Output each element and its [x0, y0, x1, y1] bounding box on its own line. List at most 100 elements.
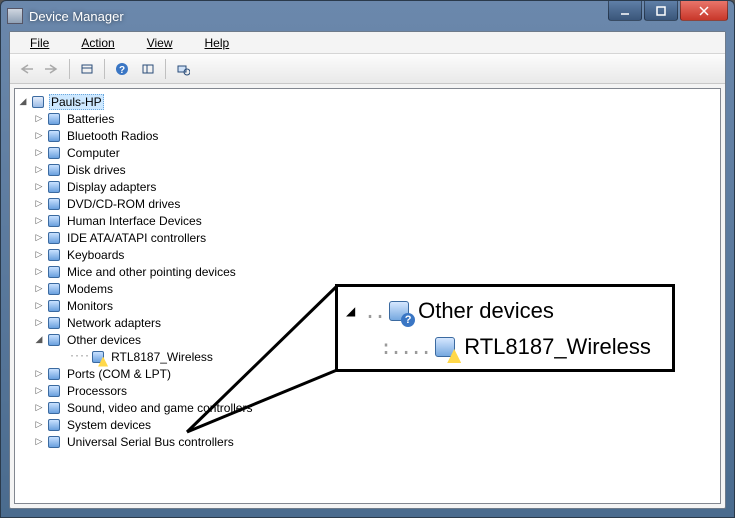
device-warning-icon — [432, 334, 458, 360]
tree-item-label: Universal Serial Bus controllers — [65, 435, 236, 449]
tree-item-label: Sound, video and game controllers — [65, 401, 254, 415]
expand-toggle[interactable]: ◢ — [17, 96, 29, 107]
tree-category[interactable]: ▷ Processors — [15, 382, 720, 399]
menu-action[interactable]: Action — [65, 34, 130, 52]
tree-category[interactable]: ▷ Universal Serial Bus controllers — [15, 433, 720, 450]
device-category-icon — [46, 128, 62, 144]
toolbar-separator — [165, 59, 166, 79]
expand-toggle[interactable]: ▷ — [33, 113, 45, 124]
expand-toggle[interactable]: ▷ — [33, 419, 45, 430]
expand-toggle[interactable]: ▷ — [33, 147, 45, 158]
device-category-icon — [46, 213, 62, 229]
tree-item-label: IDE ATA/ATAPI controllers — [65, 231, 208, 245]
expand-toggle[interactable]: ▷ — [33, 130, 45, 141]
device-category-icon — [46, 162, 62, 178]
minimize-button[interactable] — [608, 1, 642, 21]
device-tree-pane[interactable]: ◢ Pauls-HP ▷ Batteries ▷ Bluetooth Radios▷Com… — [14, 88, 721, 504]
expand-toggle[interactable]: ▷ — [33, 198, 45, 209]
toolbar-separator — [104, 59, 105, 79]
tree-category[interactable]: ▷ System devices — [15, 416, 720, 433]
expand-toggle[interactable]: ▷ — [33, 368, 45, 379]
expand-toggle[interactable]: ▷ — [33, 215, 45, 226]
tree-category[interactable]: ▷Keyboards — [15, 246, 720, 263]
tree-item-label: Batteries — [65, 112, 116, 126]
expand-toggle[interactable]: ◢ — [33, 334, 45, 345]
expand-toggle[interactable]: ▷ — [33, 181, 45, 192]
expand-toggle[interactable]: ▷ — [33, 164, 45, 175]
tree-category[interactable]: ▷ Batteries — [15, 110, 720, 127]
device-category-icon — [46, 383, 62, 399]
tree-category[interactable]: ▷ DVD/CD-ROM drives — [15, 195, 720, 212]
device-category-icon — [46, 281, 62, 297]
callout-child-row: :.... RTL8187_Wireless — [346, 329, 664, 365]
device-category-icon — [46, 332, 62, 348]
tree-category[interactable]: ▷ Human Interface Devices — [15, 212, 720, 229]
tree-item-label: Other devices — [65, 333, 143, 347]
expand-toggle[interactable]: ▷ — [33, 249, 45, 260]
device-category-icon — [46, 434, 62, 450]
back-button[interactable] — [14, 57, 38, 81]
tree-category[interactable]: ▷Mice and other pointing devices — [15, 263, 720, 280]
tree-connector: ···· — [69, 351, 89, 362]
tree-item-label: System devices — [65, 418, 153, 432]
properties-button[interactable] — [136, 57, 160, 81]
app-icon — [7, 8, 23, 24]
tree-item-label: Human Interface Devices — [65, 214, 204, 228]
maximize-button[interactable] — [644, 1, 678, 21]
computer-icon — [30, 94, 46, 110]
device-category-icon — [46, 179, 62, 195]
tree-category[interactable]: ▷ Display adapters — [15, 178, 720, 195]
tree-item-label: Processors — [65, 384, 129, 398]
tree-item-label: Disk drives — [65, 163, 128, 177]
svg-text:?: ? — [119, 65, 125, 76]
tree-root-node[interactable]: ◢ Pauls-HP — [15, 93, 720, 110]
device-category-icon — [46, 417, 62, 433]
expand-toggle[interactable]: ▷ — [33, 402, 45, 413]
menu-file[interactable]: File — [14, 34, 65, 52]
forward-button[interactable] — [40, 57, 64, 81]
tree-item-label: Bluetooth Radios — [65, 129, 160, 143]
device-category-icon — [46, 366, 62, 382]
expand-toggle[interactable]: ▷ — [33, 283, 45, 294]
scan-hardware-button[interactable] — [171, 57, 195, 81]
menu-help[interactable]: Help — [189, 34, 246, 52]
callout-parent-label: Other devices — [418, 298, 554, 324]
device-category-icon — [46, 111, 62, 127]
tree-category[interactable]: ▷ Sound, video and game controllers — [15, 399, 720, 416]
unknown-device-icon — [386, 298, 412, 324]
toolbar: ? — [10, 54, 725, 84]
expand-glyph: ◢ — [346, 304, 360, 318]
tree-item-label: Network adapters — [65, 316, 163, 330]
callout-child-label: RTL8187_Wireless — [464, 334, 651, 360]
tree-connector: .. — [364, 299, 384, 323]
tree-item-label: Ports (COM & LPT) — [65, 367, 173, 381]
menu-bar: File Action View Help — [10, 32, 725, 54]
help-button[interactable]: ? — [110, 57, 134, 81]
expand-toggle[interactable]: ▷ — [33, 317, 45, 328]
show-hidden-button[interactable] — [75, 57, 99, 81]
device-category-icon — [46, 196, 62, 212]
tree-item-label: Display adapters — [65, 180, 158, 194]
tree-item-label: Pauls-HP — [49, 94, 104, 110]
device-category-icon — [46, 315, 62, 331]
expand-toggle[interactable]: ▷ — [33, 385, 45, 396]
close-button[interactable] — [680, 1, 728, 21]
device-category-icon — [46, 298, 62, 314]
tree-item-label: DVD/CD-ROM drives — [65, 197, 182, 211]
expand-toggle[interactable]: ▷ — [33, 232, 45, 243]
tree-category[interactable]: ▷ Bluetooth Radios — [15, 127, 720, 144]
device-warning-icon — [90, 349, 106, 365]
tree-category[interactable]: ▷ IDE ATA/ATAPI controllers — [15, 229, 720, 246]
tree-category[interactable]: ▷ Disk drives — [15, 161, 720, 178]
expand-toggle[interactable]: ▷ — [33, 266, 45, 277]
window-controls — [606, 1, 728, 21]
window-frame: Device Manager File Action View Help — [0, 0, 735, 518]
device-category-icon — [46, 247, 62, 263]
menu-view[interactable]: View — [131, 34, 189, 52]
expand-toggle[interactable]: ▷ — [33, 300, 45, 311]
expand-toggle[interactable]: ▷ — [33, 436, 45, 447]
device-category-icon — [46, 400, 62, 416]
tree-item-label: Modems — [65, 282, 115, 296]
window-title: Device Manager — [29, 9, 124, 24]
tree-category[interactable]: ▷Computer — [15, 144, 720, 161]
